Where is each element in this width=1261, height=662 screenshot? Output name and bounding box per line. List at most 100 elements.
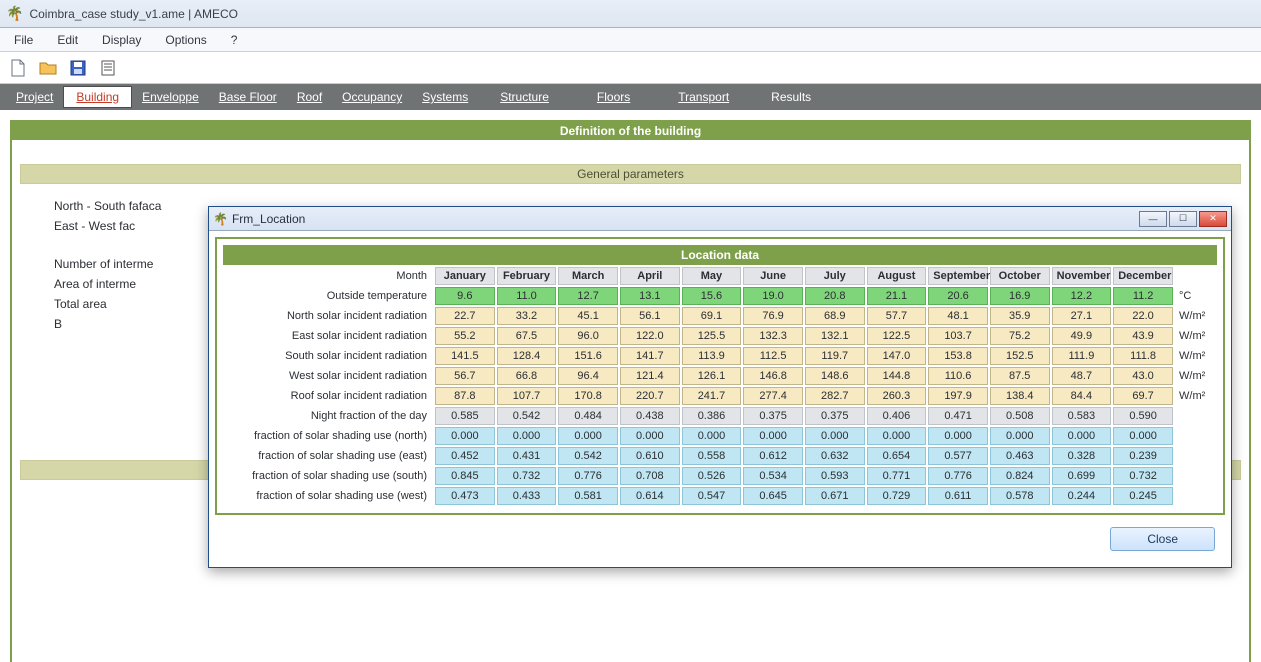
data-cell[interactable]: 13.1 bbox=[620, 287, 680, 305]
data-cell[interactable]: 0.771 bbox=[867, 467, 927, 485]
close-button[interactable]: Close bbox=[1110, 527, 1215, 551]
data-cell[interactable]: 170.8 bbox=[558, 387, 618, 405]
data-cell[interactable]: 0.578 bbox=[990, 487, 1050, 505]
data-cell[interactable]: 0.593 bbox=[805, 467, 865, 485]
data-cell[interactable]: 87.5 bbox=[990, 367, 1050, 385]
maximize-button[interactable]: ☐ bbox=[1169, 211, 1197, 227]
data-cell[interactable]: 16.9 bbox=[990, 287, 1050, 305]
data-cell[interactable]: 111.9 bbox=[1052, 347, 1112, 365]
tab-basefloor[interactable]: Base Floor bbox=[209, 86, 287, 108]
data-cell[interactable]: 0.431 bbox=[497, 447, 557, 465]
data-cell[interactable]: 12.7 bbox=[558, 287, 618, 305]
data-cell[interactable]: 138.4 bbox=[990, 387, 1050, 405]
data-cell[interactable]: 0.463 bbox=[990, 447, 1050, 465]
data-cell[interactable]: 43.9 bbox=[1113, 327, 1173, 345]
data-cell[interactable]: 0.386 bbox=[682, 407, 742, 425]
data-cell[interactable]: 48.1 bbox=[928, 307, 988, 325]
menu-help[interactable]: ? bbox=[231, 33, 238, 47]
data-cell[interactable]: 107.7 bbox=[497, 387, 557, 405]
data-cell[interactable]: 0.577 bbox=[928, 447, 988, 465]
data-cell[interactable]: 12.2 bbox=[1052, 287, 1112, 305]
data-cell[interactable]: 141.7 bbox=[620, 347, 680, 365]
data-cell[interactable]: 0.000 bbox=[620, 427, 680, 445]
data-cell[interactable]: 20.8 bbox=[805, 287, 865, 305]
data-cell[interactable]: 75.2 bbox=[990, 327, 1050, 345]
data-cell[interactable]: 0.433 bbox=[497, 487, 557, 505]
data-cell[interactable]: 0.000 bbox=[1113, 427, 1173, 445]
data-cell[interactable]: 0.375 bbox=[805, 407, 865, 425]
data-cell[interactable]: 19.0 bbox=[743, 287, 803, 305]
data-cell[interactable]: 147.0 bbox=[867, 347, 927, 365]
data-cell[interactable]: 126.1 bbox=[682, 367, 742, 385]
data-cell[interactable]: 0.732 bbox=[497, 467, 557, 485]
data-cell[interactable]: 67.5 bbox=[497, 327, 557, 345]
tab-enveloppe[interactable]: Enveloppe bbox=[132, 86, 209, 108]
data-cell[interactable]: 56.7 bbox=[435, 367, 495, 385]
data-cell[interactable]: 0.438 bbox=[620, 407, 680, 425]
data-cell[interactable]: 84.4 bbox=[1052, 387, 1112, 405]
data-cell[interactable]: 0.708 bbox=[620, 467, 680, 485]
data-cell[interactable]: 103.7 bbox=[928, 327, 988, 345]
data-cell[interactable]: 33.2 bbox=[497, 307, 557, 325]
data-cell[interactable]: 66.8 bbox=[497, 367, 557, 385]
data-cell[interactable]: 197.9 bbox=[928, 387, 988, 405]
menu-edit[interactable]: Edit bbox=[57, 33, 78, 47]
data-cell[interactable]: 9.6 bbox=[435, 287, 495, 305]
data-cell[interactable]: 45.1 bbox=[558, 307, 618, 325]
data-cell[interactable]: 48.7 bbox=[1052, 367, 1112, 385]
data-cell[interactable]: 0.000 bbox=[805, 427, 865, 445]
tab-occupancy[interactable]: Occupancy bbox=[332, 86, 412, 108]
data-cell[interactable]: 0.776 bbox=[928, 467, 988, 485]
data-cell[interactable]: 0.000 bbox=[558, 427, 618, 445]
data-cell[interactable]: 132.1 bbox=[805, 327, 865, 345]
data-cell[interactable]: 11.2 bbox=[1113, 287, 1173, 305]
data-cell[interactable]: 0.845 bbox=[435, 467, 495, 485]
data-cell[interactable]: 0.611 bbox=[928, 487, 988, 505]
data-cell[interactable]: 119.7 bbox=[805, 347, 865, 365]
tab-building[interactable]: Building bbox=[63, 86, 132, 108]
data-cell[interactable]: 153.8 bbox=[928, 347, 988, 365]
tab-systems[interactable]: Systems bbox=[412, 86, 478, 108]
data-cell[interactable]: 49.9 bbox=[1052, 327, 1112, 345]
data-cell[interactable]: 0.581 bbox=[558, 487, 618, 505]
data-cell[interactable]: 0.406 bbox=[867, 407, 927, 425]
data-cell[interactable]: 110.6 bbox=[928, 367, 988, 385]
data-cell[interactable]: 69.1 bbox=[682, 307, 742, 325]
data-cell[interactable]: 132.3 bbox=[743, 327, 803, 345]
data-cell[interactable]: 148.6 bbox=[805, 367, 865, 385]
data-cell[interactable]: 146.8 bbox=[743, 367, 803, 385]
data-cell[interactable]: 27.1 bbox=[1052, 307, 1112, 325]
data-cell[interactable]: 152.5 bbox=[990, 347, 1050, 365]
data-cell[interactable]: 0.526 bbox=[682, 467, 742, 485]
tab-roof[interactable]: Roof bbox=[287, 86, 332, 108]
data-cell[interactable]: 69.7 bbox=[1113, 387, 1173, 405]
data-cell[interactable]: 76.9 bbox=[743, 307, 803, 325]
data-cell[interactable]: 125.5 bbox=[682, 327, 742, 345]
data-cell[interactable]: 21.1 bbox=[867, 287, 927, 305]
data-cell[interactable]: 96.4 bbox=[558, 367, 618, 385]
data-cell[interactable]: 43.0 bbox=[1113, 367, 1173, 385]
data-cell[interactable]: 0.000 bbox=[1052, 427, 1112, 445]
data-cell[interactable]: 0.245 bbox=[1113, 487, 1173, 505]
data-cell[interactable]: 241.7 bbox=[682, 387, 742, 405]
minimize-button[interactable]: — bbox=[1139, 211, 1167, 227]
data-cell[interactable]: 0.239 bbox=[1113, 447, 1173, 465]
data-cell[interactable]: 0.558 bbox=[682, 447, 742, 465]
close-window-button[interactable]: ✕ bbox=[1199, 211, 1227, 227]
data-cell[interactable]: 122.0 bbox=[620, 327, 680, 345]
data-cell[interactable]: 0.484 bbox=[558, 407, 618, 425]
data-cell[interactable]: 0.000 bbox=[990, 427, 1050, 445]
data-cell[interactable]: 0.732 bbox=[1113, 467, 1173, 485]
data-cell[interactable]: 0.612 bbox=[743, 447, 803, 465]
data-cell[interactable]: 0.471 bbox=[928, 407, 988, 425]
data-cell[interactable]: 112.5 bbox=[743, 347, 803, 365]
data-cell[interactable]: 0.542 bbox=[497, 407, 557, 425]
data-cell[interactable]: 220.7 bbox=[620, 387, 680, 405]
data-cell[interactable]: 111.8 bbox=[1113, 347, 1173, 365]
data-cell[interactable]: 0.534 bbox=[743, 467, 803, 485]
menu-display[interactable]: Display bbox=[102, 33, 141, 47]
data-cell[interactable]: 35.9 bbox=[990, 307, 1050, 325]
menu-file[interactable]: File bbox=[14, 33, 33, 47]
data-cell[interactable]: 96.0 bbox=[558, 327, 618, 345]
data-cell[interactable]: 0.614 bbox=[620, 487, 680, 505]
